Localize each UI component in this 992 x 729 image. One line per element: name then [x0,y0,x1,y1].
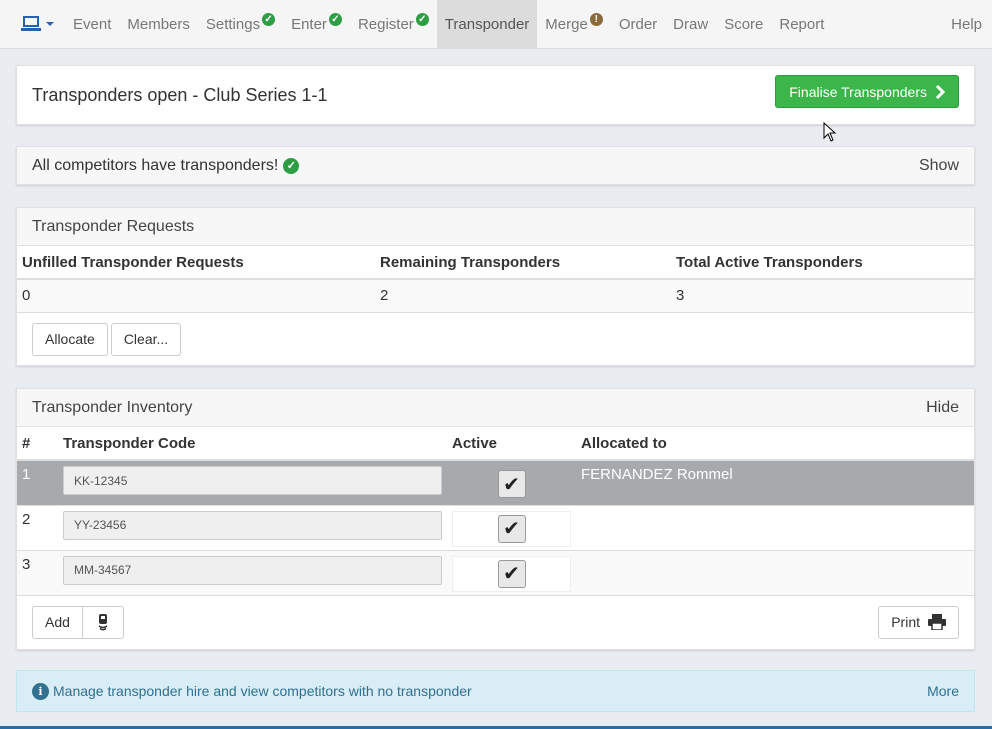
nav-item-order[interactable]: Order [611,0,665,48]
remaining-value: 2 [375,279,671,313]
nav-item-draw[interactable]: Draw [665,0,716,48]
nav-item-label: Order [618,15,658,33]
checkmark-icon: ✔ [503,473,520,496]
col-transponder-code: Transponder Code [58,427,447,461]
header-panel: Transponders open - Club Series 1-1 Fina… [16,65,975,125]
nav-menu: Event Members Settings ✓ Enter ✓ Register ✓ Tran… [65,0,832,48]
print-label: Print [891,614,920,630]
nav-item-label: Members [127,15,190,33]
finalise-transponders-button[interactable]: Finalise Transponders [775,75,959,108]
active-checkbox[interactable]: ✔ [497,559,526,588]
top-navbar: Event Members Settings ✓ Enter ✓ Register ✓ Tran… [0,0,992,49]
brand-menu-toggle[interactable] [20,10,62,38]
requests-panel: Transponder Requests Unfilled Transponde… [16,207,975,366]
nav-item-label: Draw [673,15,709,33]
nav-item-members[interactable]: Members [119,0,198,48]
nav-item-label: Transponder [444,15,530,33]
allocated-to [576,550,974,596]
table-row[interactable]: 1 ✔ FERNANDEZ Rommel [17,460,974,506]
nav-item-register[interactable]: Register ✓ [350,0,437,48]
active-cell: ✔ [452,555,571,592]
info-more-link[interactable]: More [927,683,959,699]
check-circle-icon: ✓ [283,158,300,174]
nav-item-label: Settings [205,15,261,33]
info-icon: i [32,682,49,700]
transponder-code-input[interactable] [63,510,442,540]
active-checkbox[interactable]: ✔ [497,470,526,498]
add-button[interactable]: Add [32,605,83,639]
unfilled-value: 0 [17,279,375,313]
transponder-code-input[interactable] [63,466,442,495]
page-title: Transponders open - Club Series 1-1 [32,85,328,105]
nav-item-label: Score [724,15,764,33]
col-number: # [17,427,58,461]
nav-item-label: Enter [291,15,327,33]
transponder-icon [98,614,108,631]
allocated-to: FERNANDEZ Rommel [576,460,974,506]
row-number: 3 [17,550,58,596]
active-checkbox[interactable]: ✔ [497,514,526,543]
active-cell: ✔ [452,510,571,547]
allocate-button[interactable]: Allocate [32,322,108,356]
table-row: 0 2 3 [17,279,974,313]
active-cell: ✔ [452,466,571,502]
col-active: Active [447,427,576,461]
checkmark-icon: ✔ [503,518,520,540]
nav-item-merge[interactable]: Merge! [537,0,611,48]
mouse-cursor-icon [823,122,837,142]
info-bar: i Manage transponder hire and view compe… [16,670,975,712]
transponder-code-input[interactable] [63,555,442,585]
nav-item-enter[interactable]: Enter ✓ [283,0,350,48]
requests-panel-title: Transponder Requests [32,217,195,235]
print-button[interactable]: Print [878,605,959,639]
finalise-label: Finalise Transponders [789,83,927,100]
nav-item-label: Register [357,15,414,33]
col-total-active: Total Active Transponders [671,246,974,280]
nav-item-label: Merge [545,15,588,33]
inventory-table: # Transponder Code Active Allocated to 1… [17,427,974,596]
nav-item-transponder[interactable]: Transponder [436,0,538,48]
table-row[interactable]: 2 ✔ [17,505,974,551]
status-show-toggle[interactable]: Show [919,157,959,175]
status-panel: All competitors have transponders! ✓ Sho… [16,146,975,185]
col-allocated-to: Allocated to [576,427,974,461]
printer-icon [928,614,946,630]
table-row[interactable]: 3 ✔ [17,550,974,596]
nav-help[interactable]: Help [951,0,982,48]
check-circle-icon: ✓ [262,12,276,26]
inventory-panel-title: Transponder Inventory [32,398,193,416]
laptop-icon [21,16,41,31]
scan-transponder-button[interactable] [81,605,124,639]
check-circle-icon: ✓ [415,12,429,26]
caret-down-icon [46,22,54,26]
requests-table: Unfilled Transponder Requests Remaining … [17,246,974,313]
check-circle-icon: ✓ [328,12,342,26]
status-message: All competitors have transponders! [32,157,279,174]
info-message: Manage transponder hire and view competi… [53,683,472,699]
inventory-panel: Transponder Inventory Hide # Transponder… [16,388,975,650]
col-unfilled: Unfilled Transponder Requests [17,246,375,280]
nav-item-settings[interactable]: Settings ✓ [198,0,283,48]
nav-item-label: Event [73,15,112,33]
nav-item-event[interactable]: Event [65,0,119,48]
exclamation-circle-icon: ! [589,12,603,26]
row-number: 2 [17,505,58,551]
allocated-to [576,505,974,551]
row-number: 1 [17,460,58,506]
nav-item-report[interactable]: Report [771,0,832,48]
checkmark-icon: ✔ [503,563,520,585]
total-active-value: 3 [671,279,974,313]
nav-item-label: Report [779,15,825,33]
col-remaining: Remaining Transponders [375,246,671,280]
chevron-right-icon [935,84,945,99]
inventory-hide-toggle[interactable]: Hide [926,399,959,417]
clear-button[interactable]: Clear... [110,322,182,356]
nav-item-score[interactable]: Score [716,0,771,48]
